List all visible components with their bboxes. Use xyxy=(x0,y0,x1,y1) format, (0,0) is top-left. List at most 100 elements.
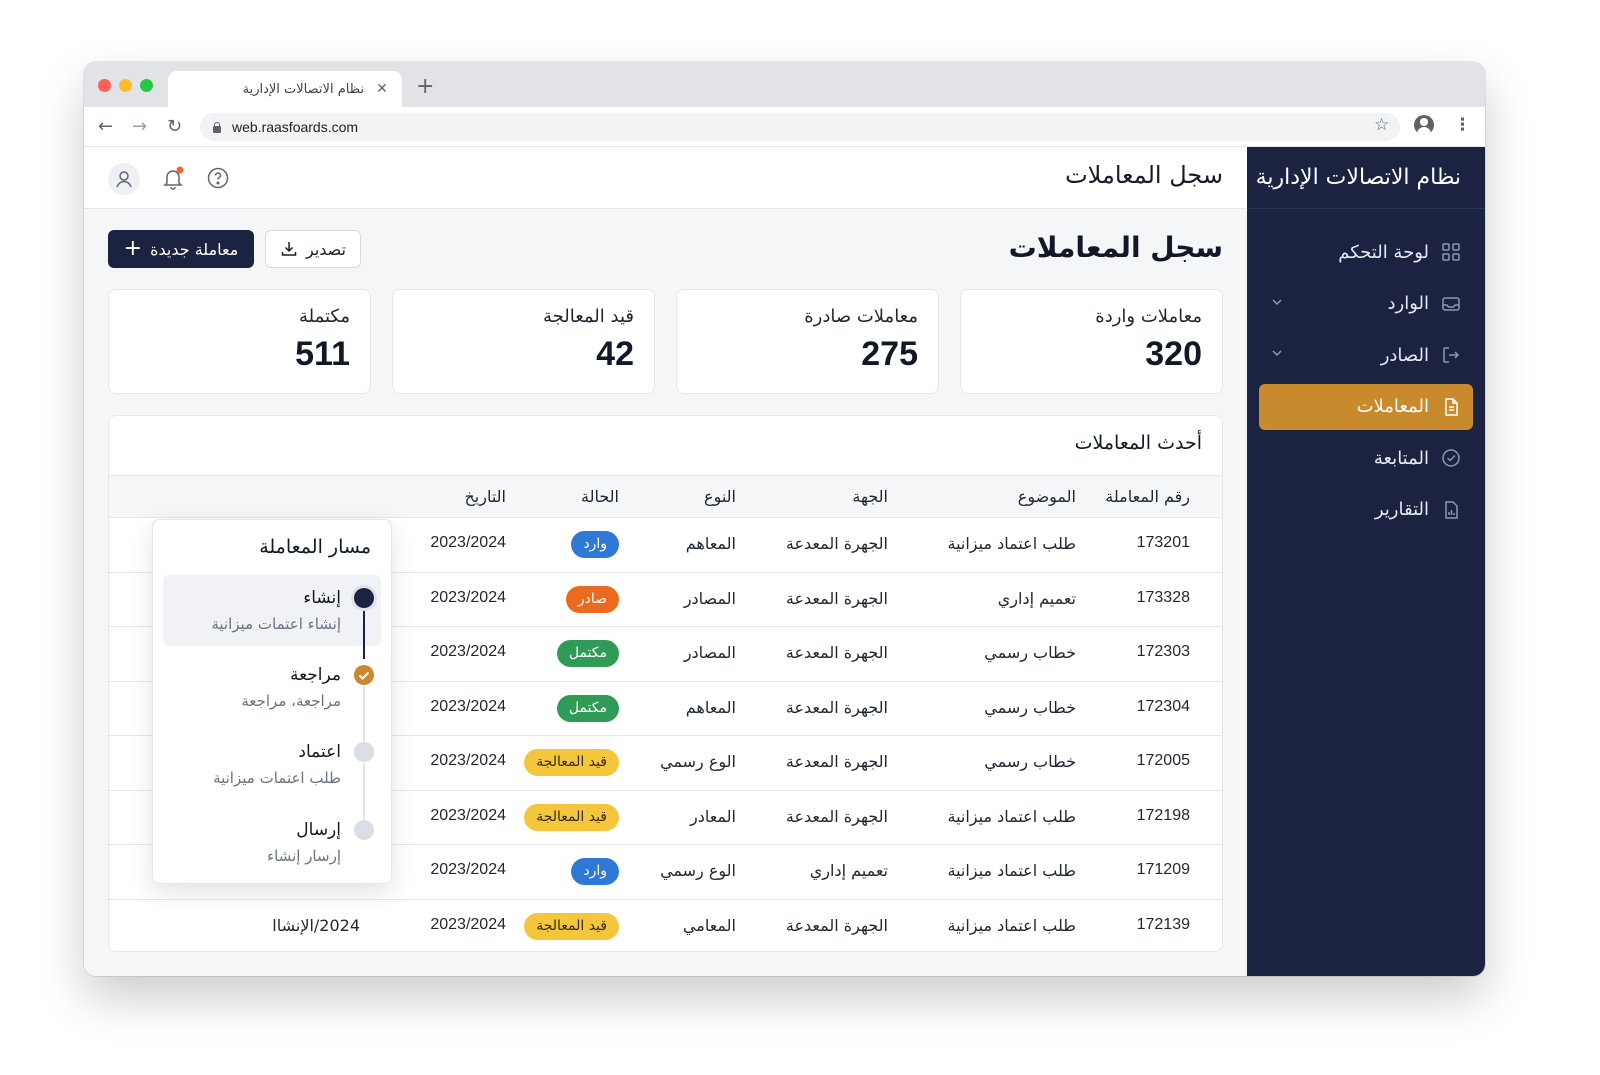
sidebar-header: نظام الاتصالات الإدارية xyxy=(1247,147,1485,209)
table-row[interactable]: 172139 طلب اعتماد ميزانية الجهرة المعدعة ال… xyxy=(109,900,1222,952)
stat-value: 275 xyxy=(861,335,918,373)
tab-close-icon[interactable]: ✕ xyxy=(374,81,390,97)
more-menu-icon[interactable]: ⋮ xyxy=(1454,115,1471,135)
status-cell: وارد xyxy=(571,531,619,558)
url-text: web.raasfoards.com xyxy=(232,119,359,135)
column-header[interactable]: النوع xyxy=(704,487,736,506)
back-arrow-icon[interactable]: ← xyxy=(98,116,113,137)
column-header[interactable]: رقم المعاملة xyxy=(1105,487,1190,506)
transaction-number: 172005 xyxy=(1136,752,1190,769)
app-viewport: نظام الاتصالات الإدارية لوحة التحكم الوا… xyxy=(84,147,1485,976)
browser-window: نظام الاتصالات الإدارية ✕ + ← → ↻ web.ra… xyxy=(84,62,1485,976)
transaction-date: 2023/2024 xyxy=(430,861,506,878)
stat-label: معاملات واردة xyxy=(1095,306,1202,327)
sidebar-item-transactions[interactable]: المعاملات xyxy=(1259,383,1473,430)
transaction-org: الجهرة المعدعة xyxy=(785,643,888,662)
step-dot-pending xyxy=(354,742,374,762)
minimize-window-button[interactable] xyxy=(119,79,132,92)
status-cell: قيد المعالجة xyxy=(524,912,619,940)
transaction-subject: خطاب رسمي xyxy=(984,697,1076,717)
transaction-date: 2023/2024 xyxy=(430,915,506,933)
step-sub: إنشاء اعتمات ميزانية xyxy=(211,615,341,633)
document-icon xyxy=(1445,397,1458,416)
sidebar-item-reports[interactable]: التقارير xyxy=(1259,487,1473,533)
column-header[interactable]: التاريخ xyxy=(464,487,506,506)
profile-icon[interactable] xyxy=(1414,115,1434,135)
transaction-date: 2023/2024 xyxy=(430,534,506,551)
app-brand: نظام الاتصالات الإدارية xyxy=(1255,165,1461,190)
column-header[interactable]: الحالة xyxy=(581,487,619,506)
status-cell: مكتمل xyxy=(556,694,619,722)
column-header[interactable]: الموضوع xyxy=(1018,487,1076,506)
step-label: اعتماد xyxy=(298,742,341,762)
reload-icon[interactable]: ↻ xyxy=(167,116,182,137)
transaction-type: المصادر xyxy=(683,643,736,662)
export-button[interactable]: تصدير xyxy=(265,230,361,268)
status-cell: مكتمل xyxy=(556,640,619,667)
new-transaction-button[interactable]: معاملة جديدة + xyxy=(108,230,254,268)
stat-value: 42 xyxy=(596,335,634,373)
transaction-type: الوع رسمي xyxy=(660,752,736,771)
transaction-type: المعاهم xyxy=(685,534,736,553)
lock-icon xyxy=(212,122,222,133)
transaction-date: 2023/2024 xyxy=(430,697,506,715)
sidebar-item-dashboard[interactable]: لوحة التحكم xyxy=(1259,229,1473,275)
status-cell: قيد المعالجة xyxy=(524,749,619,776)
stat-value: 320 xyxy=(1145,335,1202,373)
stat-label: معاملات صادرة xyxy=(804,306,918,327)
status-cell: صادر xyxy=(565,585,619,613)
transaction-path-popover: مسار المعاملة إنشاء إنشاء اعتمات ميزانية… xyxy=(152,519,392,884)
check-circle-icon xyxy=(1442,449,1460,467)
maximize-window-button[interactable] xyxy=(140,79,153,92)
grid-icon xyxy=(1442,243,1460,261)
browser-tab[interactable]: نظام الاتصالات الإدارية ✕ xyxy=(168,71,402,107)
status-badge: مكتمل xyxy=(556,694,619,722)
header-title: سجل المعاملات xyxy=(1065,161,1223,189)
notifications-button[interactable] xyxy=(159,164,187,192)
check-icon xyxy=(354,665,374,685)
transaction-date: 2023/2024 xyxy=(430,643,506,660)
sidebar-item-label: لوحة التحكم xyxy=(1338,241,1429,263)
step-label: إرسال xyxy=(296,820,341,840)
sidebar-nav: لوحة التحكم الوارد الصادر المعاملات المت… xyxy=(1259,229,1473,538)
status-badge: قيد المعالجة xyxy=(524,803,619,831)
plus-icon: + xyxy=(123,236,143,261)
user-avatar-button[interactable] xyxy=(108,163,140,195)
stat-value: 511 xyxy=(295,335,350,373)
chevron-down-icon[interactable] xyxy=(1271,347,1283,359)
page-title: سجل المعاملات xyxy=(1008,231,1223,264)
transaction-subject: خطاب رسمي xyxy=(984,643,1076,662)
transaction-subject: طلب اعتماد ميزانية xyxy=(947,806,1076,826)
export-label: تصدير xyxy=(306,239,347,259)
step-connector xyxy=(363,686,365,746)
bell-icon xyxy=(163,166,184,190)
column-header[interactable]: الجهة xyxy=(852,487,888,506)
step-highlight xyxy=(163,575,381,646)
sidebar-item-incoming[interactable]: الوارد xyxy=(1259,281,1473,327)
transaction-type: الوع رسمي xyxy=(660,861,736,880)
step-dot-pending xyxy=(354,820,374,840)
close-window-button[interactable] xyxy=(98,79,111,92)
status-badge: وارد xyxy=(571,858,619,885)
sidebar-item-followup[interactable]: المتابعة xyxy=(1259,435,1473,481)
chevron-down-icon[interactable] xyxy=(1271,296,1283,308)
transaction-number: 172139 xyxy=(1136,915,1190,933)
address-bar[interactable]: web.raasfoards.com xyxy=(200,113,1400,141)
status-badge: قيد المعالجة xyxy=(524,749,619,776)
sidebar-item-outgoing[interactable]: الصادر xyxy=(1259,332,1473,378)
popover-title: مسار المعاملة xyxy=(259,536,371,558)
star-icon[interactable]: ☆ xyxy=(1374,115,1389,135)
stat-label: مكتملة xyxy=(298,306,350,327)
forward-arrow-icon[interactable]: → xyxy=(132,116,147,137)
transaction-org: الجهرة المعدعة xyxy=(785,806,888,826)
outbox-icon xyxy=(1443,347,1460,363)
sidebar-item-label: المتابعة xyxy=(1373,447,1429,469)
status-badge: صادر xyxy=(565,585,619,613)
stat-card-processing: قيد المعالجة 42 xyxy=(392,289,655,394)
transaction-number: 171209 xyxy=(1136,861,1190,878)
new-tab-button[interactable]: + xyxy=(416,74,434,99)
transaction-date: 2023/2024 xyxy=(430,806,506,824)
step-label: مراجعة xyxy=(289,665,341,685)
help-button[interactable] xyxy=(204,164,232,192)
status-badge: قيد المعالجة xyxy=(524,912,619,940)
